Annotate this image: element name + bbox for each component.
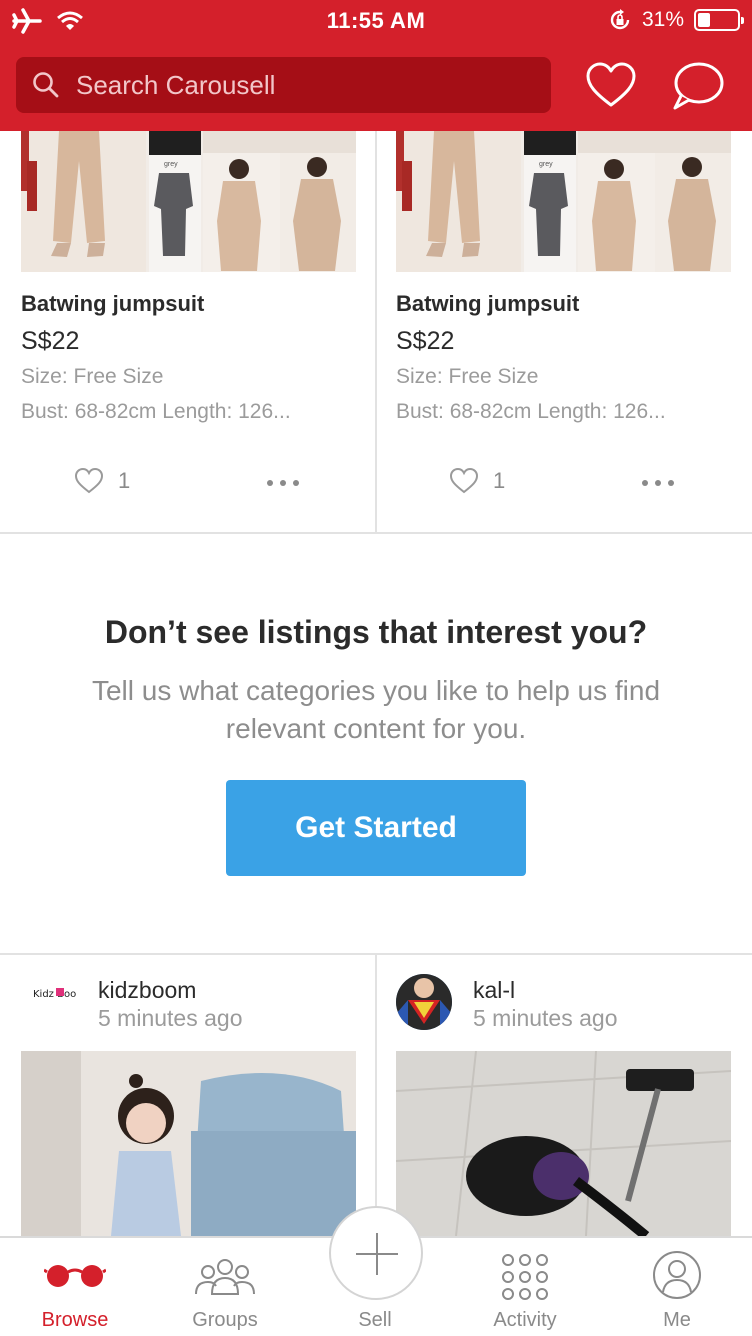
listing-price: S$22 xyxy=(21,327,80,355)
photo-tag: grey xyxy=(539,161,553,168)
search-icon xyxy=(33,72,59,98)
post-time: 5 minutes ago xyxy=(473,1005,618,1031)
plus-icon xyxy=(356,1233,398,1275)
post-time: 5 minutes ago xyxy=(98,1005,243,1031)
status-right: 31% xyxy=(608,8,744,32)
more-options-icon[interactable] xyxy=(266,479,300,487)
chat-icon[interactable] xyxy=(671,60,725,112)
tab-label: Sell xyxy=(358,1309,392,1331)
tab-browse[interactable]: Browse xyxy=(0,1238,150,1336)
photo-tag: grey xyxy=(164,161,178,168)
prompt-subtitle: Tell us what categories you like to help… xyxy=(91,675,661,744)
heart-outline-icon xyxy=(449,467,479,494)
more-options-icon[interactable] xyxy=(641,479,675,487)
sell-button[interactable] xyxy=(329,1206,423,1300)
grid-divider xyxy=(375,955,377,1236)
app-header: 11:55 AM 31% Search Carousell xyxy=(0,0,752,131)
tab-me[interactable]: Me xyxy=(602,1238,752,1336)
seller-name[interactable]: kal-l xyxy=(473,977,515,1004)
heart-icon[interactable] xyxy=(585,60,637,112)
tab-activity[interactable]: Activity xyxy=(450,1238,600,1336)
listing-card[interactable]: grey Batwing jumpsuit S$22 Size: Free Si… xyxy=(0,131,375,531)
listing-photo[interactable]: grey xyxy=(396,131,731,272)
listing-photo[interactable] xyxy=(21,1051,356,1236)
like-count: 1 xyxy=(118,468,131,493)
battery-icon xyxy=(694,9,744,31)
listing-photo-collage: grey xyxy=(21,131,356,272)
tab-label: Activity xyxy=(493,1309,557,1331)
profile-icon xyxy=(653,1251,701,1299)
groups-icon xyxy=(195,1259,255,1295)
like-button[interactable]: 1 xyxy=(449,467,505,495)
tab-label: Browse xyxy=(41,1309,109,1331)
listing-size: Size: Free Size xyxy=(21,365,164,388)
tab-groups[interactable]: Groups xyxy=(150,1238,300,1336)
listing-card[interactable]: grey Batwing jumpsuit S$22 Size: Free Si… xyxy=(375,131,750,531)
logo-text: Kidz Boom xyxy=(33,989,77,1000)
orientation-lock-icon xyxy=(610,9,630,30)
section-divider xyxy=(0,532,752,534)
get-started-button[interactable]: Get Started xyxy=(226,780,526,876)
listing-photo-collage: grey xyxy=(396,131,731,272)
tab-label: Groups xyxy=(192,1309,258,1331)
vacuum-photo xyxy=(396,1051,731,1236)
avatar[interactable]: Kidz Boom xyxy=(21,970,77,1026)
listing-title[interactable]: Batwing jumpsuit xyxy=(21,291,204,317)
listing-photo[interactable] xyxy=(396,1051,731,1236)
listing-photo[interactable]: grey xyxy=(21,131,356,272)
seller-name[interactable]: kidzboom xyxy=(98,977,196,1004)
avatar[interactable] xyxy=(396,974,452,1030)
listing-size: Size: Free Size xyxy=(396,365,539,388)
status-bar: 11:55 AM 31% xyxy=(0,0,752,44)
activity-grid-icon xyxy=(502,1254,548,1300)
glasses-icon xyxy=(44,1265,106,1287)
listing-price: S$22 xyxy=(396,327,455,355)
like-button[interactable]: 1 xyxy=(74,467,130,495)
superman-avatar-icon xyxy=(396,974,452,1030)
tab-label: Me xyxy=(663,1309,691,1331)
battery-percent: 31% xyxy=(641,8,684,31)
listing-details: Bust: 68-82cm Length: 126... xyxy=(396,400,666,423)
search-input[interactable]: Search Carousell xyxy=(16,57,551,113)
listing-details: Bust: 68-82cm Length: 126... xyxy=(21,400,291,423)
prompt-title: Don’t see listings that interest you? xyxy=(104,614,648,650)
kidzboom-logo: Kidz Boom xyxy=(33,988,77,1000)
child-chair-photo xyxy=(21,1051,356,1236)
search-placeholder: Search Carousell xyxy=(76,69,276,100)
listing-title[interactable]: Batwing jumpsuit xyxy=(396,291,579,317)
heart-outline-icon xyxy=(74,467,104,494)
like-count: 1 xyxy=(493,468,506,493)
